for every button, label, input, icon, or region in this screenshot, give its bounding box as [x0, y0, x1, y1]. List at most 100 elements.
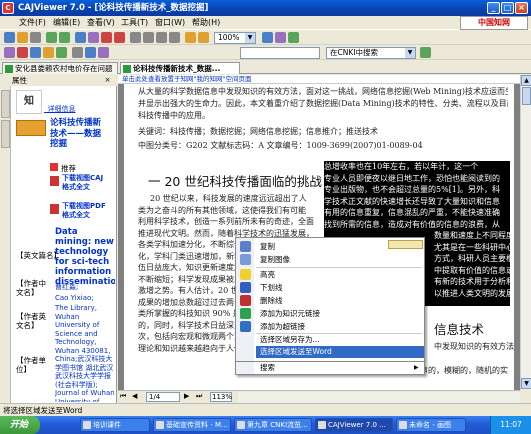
menu-item-search[interactable]: 搜索 [256, 362, 424, 374]
menu-item-save-selection[interactable]: 选择区域另存为... [256, 334, 424, 346]
underline-icon [240, 282, 251, 293]
menu-window[interactable]: 窗口(W) [152, 16, 188, 30]
forward-icon[interactable] [59, 32, 70, 43]
search-icon[interactable] [288, 32, 299, 43]
menu-item-knowledge-link[interactable]: 添加为知识元链接 [256, 307, 424, 320]
fit-width-icon[interactable] [198, 32, 209, 43]
select-text-icon[interactable] [88, 32, 99, 43]
recommend-label[interactable]: 推荐 [61, 163, 76, 174]
context-menu: 复制 复制图像 高亮 下划线 删除线 添加为知识元链接 添加为超链接 选择区域另… [235, 237, 425, 362]
cnki-search-icon[interactable] [420, 47, 431, 58]
menu-item-send-to-word[interactable]: 选择区域发送至Word [256, 346, 424, 358]
underline-icon[interactable] [30, 47, 41, 58]
side-tab-properties[interactable] [1, 120, 10, 148]
copy-image-icon [240, 254, 251, 265]
keywords-line: 关键词：科技传播；数据挖掘；网络信息挖掘；信息推介；推送技术 [138, 127, 378, 136]
chevron-down-icon[interactable]: ▼ [245, 33, 255, 43]
menu-edit[interactable]: 编辑(E) [50, 16, 83, 30]
vertical-scrollbar[interactable]: ▲ ▼ [520, 75, 531, 390]
next-page-icon[interactable] [156, 32, 167, 43]
book-icon [16, 120, 46, 136]
side-tab-directory[interactable] [1, 90, 10, 118]
search-input[interactable] [240, 47, 320, 59]
rotate-icon[interactable] [262, 32, 273, 43]
app-icon: C [2, 2, 14, 14]
download-pdf-link[interactable]: 下载视图PDF格式全文 [62, 202, 106, 220]
body-line: 中发现知识的有效方法，面对这一挑战 [434, 342, 514, 351]
taskbar-item[interactable]: 未命名 - 画图 [396, 418, 466, 432]
first-page-icon[interactable]: ⏮ [120, 392, 130, 402]
abstract-line: 从大量的科学数据信息中发现知识的有效方法，面对这一挑战，网络信息挖掘(Web M… [138, 87, 508, 96]
open-icon[interactable] [4, 32, 15, 43]
prev-page-icon[interactable]: ◀ [132, 392, 142, 402]
taskbar-item-active[interactable]: CAJViewer 7.0 ... [315, 418, 393, 432]
selected-line: 学技术正文献的快速增长还导致了大量知识和信息 [324, 196, 500, 206]
close-icon[interactable]: × [103, 76, 112, 85]
scroll-up-icon[interactable]: ▲ [521, 75, 531, 86]
ocr-icon[interactable] [275, 32, 286, 43]
next-page-icon[interactable]: ▶ [184, 392, 194, 402]
fit-page-icon[interactable] [185, 32, 196, 43]
taskbar-item[interactable]: 第九章 CNKI流览... [234, 418, 312, 432]
text-select-icon[interactable] [4, 47, 15, 58]
tab-document-2[interactable]: 论科技传播新技术_数据... [120, 62, 240, 74]
maximize-button[interactable]: □ [501, 2, 514, 14]
bookmark-icon[interactable] [56, 47, 67, 58]
word-icon[interactable] [98, 47, 109, 58]
menu-help[interactable]: 帮助(H) [189, 16, 223, 30]
menu-item-highlight[interactable]: 高亮 [256, 268, 424, 281]
menu-item-copy-image[interactable]: 复制图像 [256, 253, 424, 266]
zoom-percent-combo[interactable]: 100% ▼ [214, 32, 256, 44]
minimize-button[interactable]: _ [487, 2, 500, 14]
folder-icon[interactable] [17, 32, 28, 43]
zoom-in-icon[interactable] [101, 32, 112, 43]
document-title-link[interactable]: 论科技传播新技术——数据挖掘 [50, 118, 102, 150]
last-page-icon[interactable] [169, 32, 180, 43]
first-page-icon[interactable] [130, 32, 141, 43]
copy-icon[interactable] [85, 47, 96, 58]
image-select-icon[interactable] [72, 47, 83, 58]
hand-tool-icon[interactable] [75, 32, 86, 43]
page-indicator[interactable]: 1/4 [146, 392, 180, 402]
print-icon[interactable] [30, 32, 41, 43]
status-text: 将选择区域发送至Word [3, 406, 83, 415]
scroll-thumb[interactable] [522, 87, 531, 105]
recommend-icon [50, 163, 58, 171]
menu-view[interactable]: 查看(V) [84, 16, 118, 30]
tab-document-1[interactable]: 安化县娄赖农村电价存在问题 [2, 62, 118, 74]
clock: 11:07 [500, 420, 522, 429]
ad-banner[interactable]: 单击此处查看放置于知网"我的知网"空间页面 [118, 75, 520, 84]
start-button[interactable]: 开始 [0, 416, 40, 434]
download-caj-link[interactable]: 下载视图CAJ格式全文 [62, 174, 106, 192]
affiliation-value[interactable]: The Library, Wuhan University of Science… [55, 304, 115, 402]
chevron-down-icon[interactable]: ▼ [405, 48, 415, 58]
close-button[interactable]: × [515, 2, 528, 14]
paint-icon [399, 421, 407, 429]
horizontal-scrollbar[interactable] [238, 392, 520, 403]
menu-file[interactable]: 文件(F) [16, 16, 49, 30]
menu-item-strikethrough[interactable]: 删除线 [256, 294, 424, 307]
details-link[interactable]: _详细信息 [44, 104, 76, 114]
scroll-down-icon[interactable]: ▼ [521, 378, 531, 389]
menu-tools[interactable]: 工具(T) [118, 16, 151, 30]
taskbar-item[interactable]: 培训课件 [80, 418, 150, 432]
zoom-indicator[interactable]: 113% [210, 392, 232, 402]
menu-item-hyperlink[interactable]: 添加为超链接 [256, 320, 424, 333]
taskbar-item[interactable]: 基础宣传资料 - M... [153, 418, 231, 432]
abstract-line: 科技传播中的应用。 [138, 111, 210, 120]
highlight-icon[interactable] [17, 47, 28, 58]
author-cn-value[interactable]: 曹红淼; [55, 282, 78, 292]
search-scope-combo[interactable]: 在CNKI中搜索 ▼ [326, 47, 416, 59]
zoom-out-icon[interactable] [114, 32, 125, 43]
author-en-value[interactable]: Cao Yixiao; [55, 294, 94, 302]
selected-line: 找到所需的信息，造成对有价值的信息的浪费，从 [324, 219, 500, 229]
system-tray: 11:07 [490, 416, 531, 434]
menu-item-underline[interactable]: 下划线 [256, 281, 424, 294]
last-page-icon[interactable]: ⏭ [196, 392, 206, 402]
cnki-logo[interactable]: 中国知网 [460, 16, 528, 30]
abstract-line: 并显示出强大的生命力。因此，本文着重介绍了数据挖掘(Data Mining)技术… [138, 99, 508, 108]
prev-page-icon[interactable] [143, 32, 154, 43]
back-icon[interactable] [46, 32, 57, 43]
note-icon[interactable] [43, 47, 54, 58]
field-label-author-cn: 【作者中文名】 [16, 279, 46, 297]
